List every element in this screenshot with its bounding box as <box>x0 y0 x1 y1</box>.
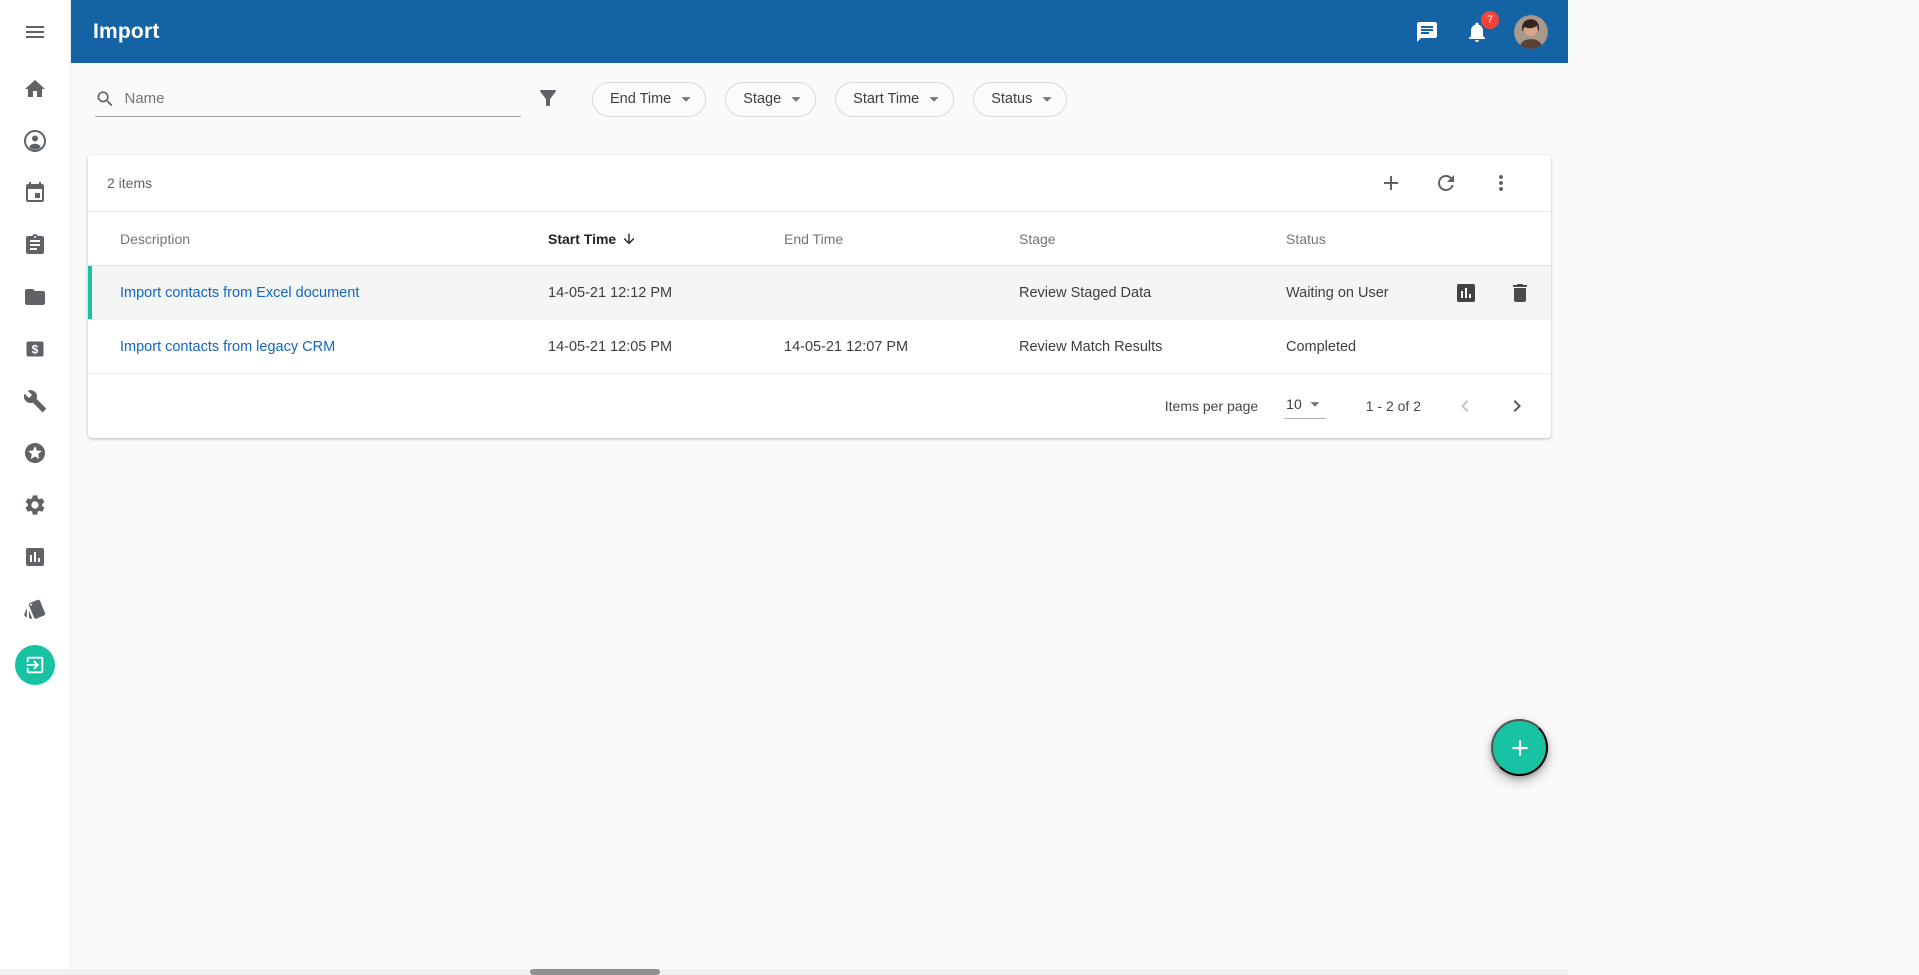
new-import-fab-button[interactable] <box>1491 719 1548 776</box>
plus-icon <box>1507 735 1533 761</box>
sidebar: $ <box>0 0 71 975</box>
filter-chip-end-time[interactable]: End Time <box>592 82 706 117</box>
favorites-star-icon <box>23 441 47 465</box>
activities-icon <box>23 233 47 257</box>
cell-status: Completed <box>1286 339 1447 355</box>
filter-chip-start-time[interactable]: Start Time <box>835 82 954 117</box>
filter-bar: End Time Stage Start Time Status <box>71 63 1568 135</box>
cell-stage: Review Staged Data <box>1019 285 1286 301</box>
items-count: 2 items <box>107 175 152 191</box>
page-size-select[interactable]: 10 <box>1284 393 1326 419</box>
reports-chart-icon <box>23 545 47 569</box>
chart-icon[interactable] <box>1454 281 1478 305</box>
documents-icon <box>23 285 47 309</box>
notifications-button[interactable]: 7 <box>1464 19 1490 45</box>
search-field <box>95 81 521 117</box>
column-header-description[interactable]: Description <box>120 231 548 247</box>
chevron-down-icon <box>1304 393 1326 415</box>
column-header-status[interactable]: Status <box>1286 231 1447 247</box>
horizontal-scrollbar-thumb[interactable] <box>530 969 660 975</box>
user-avatar[interactable] <box>1514 15 1548 49</box>
chevron-down-icon <box>785 88 807 110</box>
calendar-icon <box>23 181 47 205</box>
card-toolbar-actions <box>1379 171 1532 195</box>
chip-label: Start Time <box>853 91 919 107</box>
next-page-chevron-icon[interactable] <box>1505 394 1529 418</box>
chip-label: End Time <box>610 91 671 107</box>
table-header-row: Description Start Time End Time Stage St… <box>88 211 1551 266</box>
sidebar-item-tools[interactable] <box>0 375 71 427</box>
filter-chip-stage[interactable]: Stage <box>725 82 816 117</box>
column-header-stage[interactable]: Stage <box>1019 231 1286 247</box>
card-toolbar: 2 items <box>88 155 1551 211</box>
page-title: Import <box>93 20 160 44</box>
chevron-down-icon <box>675 88 697 110</box>
notification-badge: 7 <box>1481 11 1499 29</box>
chevron-down-icon <box>1036 88 1058 110</box>
contacts-icon <box>23 129 47 153</box>
sidebar-item-favorites[interactable] <box>0 427 71 479</box>
sidebar-item-reports[interactable] <box>0 531 71 583</box>
settings-gear-icon <box>23 493 47 517</box>
horizontal-scrollbar[interactable] <box>0 969 1568 975</box>
cell-end-time: 14-05-21 12:07 PM <box>784 339 1019 355</box>
more-vertical-icon[interactable] <box>1489 171 1513 195</box>
sidebar-item-settings[interactable] <box>0 479 71 531</box>
paginator: Items per page 10 1 - 2 of 2 <box>88 374 1551 438</box>
row-actions <box>1447 281 1551 305</box>
import-description-link[interactable]: Import contacts from legacy CRM <box>120 339 335 355</box>
filter-button[interactable] <box>536 86 562 112</box>
column-header-start-time[interactable]: Start Time <box>548 231 784 247</box>
sidebar-item-payments[interactable]: $ <box>0 323 71 375</box>
table-row[interactable]: Import contacts from legacy CRM 14-05-21… <box>88 320 1551 374</box>
delete-icon[interactable] <box>1508 281 1532 305</box>
import-active-circle <box>15 645 55 685</box>
svg-text:$: $ <box>32 342 39 356</box>
menu-icon <box>23 20 47 44</box>
topbar-actions: 7 <box>1414 15 1548 49</box>
top-app-bar: Import 7 <box>71 0 1568 63</box>
add-icon[interactable] <box>1379 171 1403 195</box>
refresh-icon[interactable] <box>1434 171 1458 195</box>
avatar-image <box>1514 15 1548 49</box>
cell-status: Waiting on User <box>1286 285 1447 301</box>
page-range-label: 1 - 2 of 2 <box>1366 398 1421 414</box>
import-icon <box>24 654 46 676</box>
chip-label: Stage <box>743 91 781 107</box>
payments-icon: $ <box>23 337 47 361</box>
chat-icon <box>1415 20 1439 44</box>
deals-icon <box>23 597 47 621</box>
search-icon <box>95 88 115 110</box>
column-header-end-time[interactable]: End Time <box>784 231 1019 247</box>
filter-funnel-icon <box>536 86 560 110</box>
column-header-label: Start Time <box>548 231 616 247</box>
sidebar-item-import-active[interactable] <box>0 635 71 695</box>
page-size-value: 10 <box>1286 396 1302 412</box>
cell-stage: Review Match Results <box>1019 339 1286 355</box>
sidebar-item-calendar[interactable] <box>0 167 71 219</box>
chat-button[interactable] <box>1414 19 1440 45</box>
sidebar-item-documents[interactable] <box>0 271 71 323</box>
tools-wrench-icon <box>23 389 47 413</box>
home-icon <box>23 77 47 101</box>
filter-chip-status[interactable]: Status <box>973 82 1067 117</box>
items-per-page-label: Items per page <box>1165 398 1258 414</box>
imports-card: 2 items Description Start Time End Time … <box>88 155 1551 438</box>
cell-start-time: 14-05-21 12:05 PM <box>548 339 784 355</box>
chevron-down-icon <box>923 88 945 110</box>
app-window: $ Import 7 <box>0 0 1568 975</box>
sort-descending-arrow-icon <box>621 231 637 247</box>
import-description-link[interactable]: Import contacts from Excel document <box>120 285 359 301</box>
chip-label: Status <box>991 91 1032 107</box>
hamburger-menu-button[interactable] <box>0 0 71 63</box>
sidebar-item-activities[interactable] <box>0 219 71 271</box>
cell-start-time: 14-05-21 12:12 PM <box>548 285 784 301</box>
sidebar-item-home[interactable] <box>0 63 71 115</box>
sidebar-item-deals[interactable] <box>0 583 71 635</box>
filter-chips: End Time Stage Start Time Status <box>592 82 1067 117</box>
sidebar-item-contacts[interactable] <box>0 115 71 167</box>
previous-page-chevron-icon[interactable] <box>1453 394 1477 418</box>
search-input[interactable] <box>124 90 521 107</box>
table-row[interactable]: Import contacts from Excel document 14-0… <box>88 266 1551 320</box>
